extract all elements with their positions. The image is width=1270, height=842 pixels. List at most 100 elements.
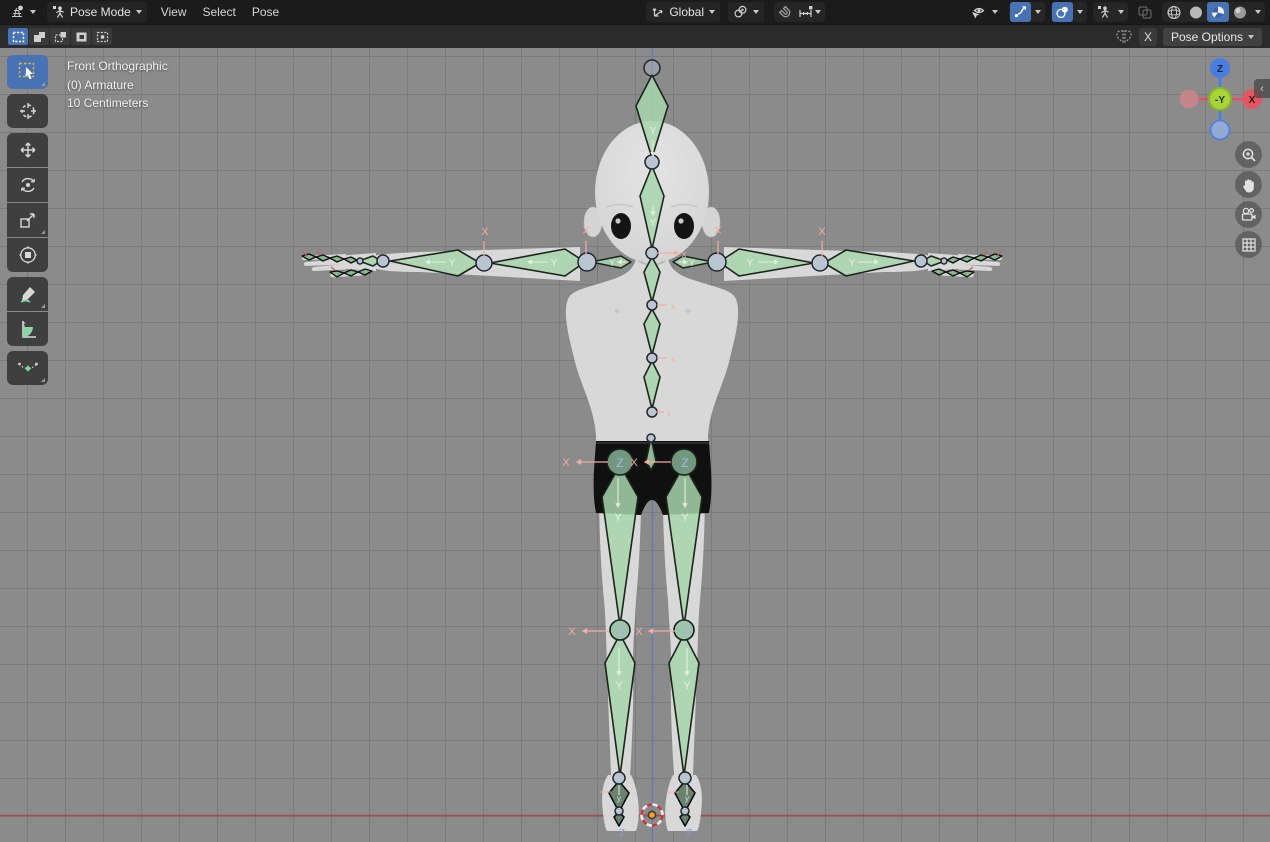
- axis-label-y: Y: [551, 258, 558, 269]
- viewport-canvas: XXXXXXXXxxxxYYYYYYYYYYYYyyZZZZZZ Z X -Y: [0, 47, 1270, 842]
- orientation-axes-icon: [651, 5, 665, 19]
- chevron-down-icon: [709, 10, 715, 14]
- axis-label-x: x: [671, 302, 675, 311]
- axis-label-y: Y: [650, 126, 657, 137]
- snap-target-dropdown[interactable]: [795, 2, 824, 22]
- show-gizmo-toggle[interactable]: [1010, 2, 1031, 22]
- snap-toggle[interactable]: [775, 2, 795, 22]
- menu-select[interactable]: Select: [195, 3, 244, 21]
- viewport-overlay-text: Front Orthographic (0) Armature 10 Centi…: [67, 57, 168, 113]
- shading-rendered-button[interactable]: [1229, 2, 1251, 22]
- axis-label-x: x: [667, 409, 671, 418]
- chevron-down-icon: [136, 10, 142, 14]
- blender-window: { "header": { "mode_label": "Pose Mode",…: [0, 0, 1270, 842]
- pose-mirror-x-toggle[interactable]: X: [1139, 28, 1157, 46]
- axis-label-y: Y: [614, 512, 622, 524]
- select-mode-set[interactable]: [8, 28, 28, 45]
- transform-orientation-dropdown[interactable]: Global: [646, 2, 720, 22]
- tool-move[interactable]: [7, 133, 48, 167]
- pivot-point-dropdown[interactable]: [728, 2, 764, 22]
- chevron-down-icon: [1248, 35, 1254, 39]
- pivot-median-icon: [733, 5, 748, 19]
- axis-label-x: X: [714, 225, 722, 237]
- tool-rotate[interactable]: [7, 168, 48, 202]
- tool-pose-breakdowner[interactable]: [7, 351, 48, 385]
- pan-button[interactable]: [1235, 171, 1262, 198]
- visibility-eye-icon: [970, 5, 987, 20]
- chevron-down-icon: [992, 10, 998, 14]
- object-visibility-dropdown[interactable]: [965, 2, 1003, 22]
- orientation-label: Global: [669, 5, 704, 19]
- chevron-down-icon: [1255, 10, 1261, 14]
- snap-increment-icon: [798, 5, 814, 19]
- xray-icon: [1137, 5, 1153, 20]
- mirror-butterfly-icon: [1115, 29, 1133, 44]
- tool-cursor[interactable]: [7, 94, 48, 128]
- axis-label-y: Y: [609, 258, 615, 268]
- armature-display-toggle[interactable]: [1094, 2, 1114, 22]
- axis-label-x: x: [671, 355, 675, 364]
- select-mode-subtract[interactable]: [50, 28, 70, 45]
- grid-scale-text: 10 Centimeters: [67, 94, 168, 113]
- mode-label: Pose Mode: [70, 5, 131, 19]
- axis-label-z: Z: [684, 628, 690, 639]
- shading-solid-button[interactable]: [1185, 2, 1207, 22]
- select-mode-group: [8, 28, 112, 45]
- menu-view[interactable]: View: [153, 3, 195, 21]
- pose-options-label: Pose Options: [1171, 30, 1243, 44]
- rendered-sphere-icon: [1232, 5, 1248, 20]
- editor-type-button[interactable]: [5, 2, 41, 22]
- overlays-options-dropdown[interactable]: [1073, 2, 1086, 22]
- tool-transform[interactable]: [7, 238, 48, 272]
- axis-label-z: Z: [617, 628, 623, 639]
- axis-label-z: Z: [619, 828, 625, 839]
- tool-scale[interactable]: [7, 203, 48, 237]
- chevron-down-icon: [1035, 10, 1041, 14]
- gizmo-axis-x-negative[interactable]: [1180, 90, 1199, 109]
- axis-label-y: Y: [650, 218, 657, 229]
- select-mode-extend[interactable]: [29, 28, 49, 45]
- axis-label-z: Z: [616, 456, 623, 470]
- mode-dropdown[interactable]: Pose Mode: [47, 2, 147, 22]
- tool-measure[interactable]: [7, 312, 48, 346]
- axis-label-y: Y: [683, 680, 691, 692]
- chevron-down-icon: [1077, 10, 1083, 14]
- xray-toggle[interactable]: [1134, 2, 1156, 22]
- axis-label-y: Y: [747, 258, 754, 269]
- armature-figure-icon: [1097, 5, 1111, 19]
- tool-select-box[interactable]: [7, 55, 48, 89]
- eye: [611, 213, 631, 239]
- axis-label-x: X: [582, 225, 590, 237]
- show-overlays-toggle[interactable]: [1052, 2, 1073, 22]
- tool-settings-bar: X Pose Options: [0, 24, 1270, 48]
- gizmo-z-label: Z: [1217, 64, 1223, 75]
- pose-options-dropdown[interactable]: Pose Options: [1163, 28, 1262, 46]
- shading-material-button[interactable]: [1207, 2, 1229, 22]
- perspective-toggle-button[interactable]: [1235, 231, 1262, 258]
- gizmo-axis-z-negative[interactable]: [1211, 121, 1230, 140]
- shading-wireframe-button[interactable]: [1163, 2, 1185, 22]
- axis-label-x: x: [682, 249, 687, 259]
- armature-display-dropdown[interactable]: [1114, 2, 1127, 22]
- eye: [674, 213, 694, 239]
- select-mode-intersect[interactable]: [92, 28, 112, 45]
- camera-view-button[interactable]: [1235, 201, 1262, 228]
- select-mode-invert[interactable]: [71, 28, 91, 45]
- axis-label-y: Y: [681, 512, 689, 524]
- wireframe-sphere-icon: [1166, 5, 1182, 20]
- axis-label-y: Y: [849, 258, 856, 269]
- sidebar-toggle[interactable]: ‹: [1254, 79, 1270, 98]
- chevron-down-icon: [30, 10, 36, 14]
- axis-label-x: X: [630, 457, 638, 469]
- axis-label-y: y: [617, 794, 621, 803]
- menu-pose[interactable]: Pose: [244, 3, 287, 21]
- viewport-3d[interactable]: Front Orthographic (0) Armature 10 Centi…: [0, 47, 1270, 842]
- shading-options-dropdown[interactable]: [1251, 2, 1264, 22]
- tool-annotate[interactable]: [7, 277, 48, 311]
- material-sphere-icon: [1210, 5, 1226, 20]
- zoom-button[interactable]: [1235, 141, 1262, 168]
- chevron-down-icon: [753, 10, 759, 14]
- gizmo-options-dropdown[interactable]: [1031, 2, 1044, 22]
- axis-label-y: y: [685, 794, 689, 803]
- editor-3d-viewport-icon: [10, 5, 25, 19]
